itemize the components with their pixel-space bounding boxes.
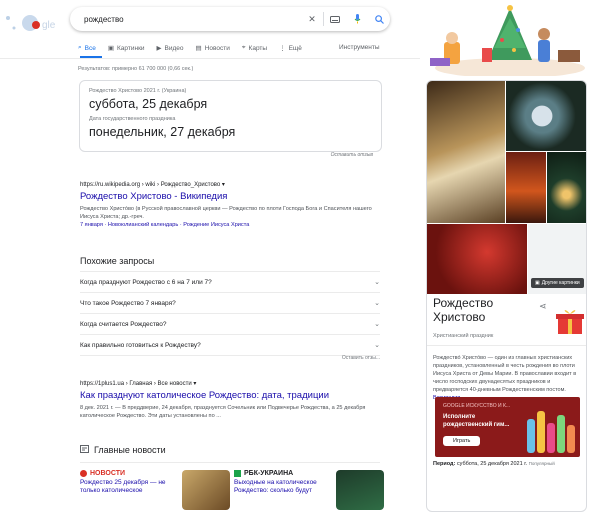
- related-questions: Когда празднуют Рождество с 6 на 7 или 7…: [80, 271, 380, 356]
- chevron-down-icon: ⌄: [374, 321, 380, 328]
- sitelink[interactable]: Рождение Иисуса Христа: [183, 222, 249, 228]
- result-url[interactable]: https://1plus1.ua › Главная › Все новост…: [80, 380, 380, 387]
- tab-all[interactable]: ⌕ Все: [78, 44, 96, 52]
- news-title: Рождество 25 декабря — не только католич…: [80, 479, 166, 494]
- holiday-doodle[interactable]: [430, 0, 588, 78]
- news-card[interactable]: НОВОСТИ Рождество 25 декабря — не только…: [80, 470, 230, 510]
- kp-gift-icon: [555, 306, 585, 341]
- kp-image-tree[interactable]: [547, 152, 586, 223]
- keyboard-icon[interactable]: [324, 8, 346, 30]
- tab-more[interactable]: ⋮ Ещё: [279, 44, 302, 53]
- news-divider: [80, 462, 380, 463]
- video-icon: ▶: [156, 45, 162, 52]
- news-icon: ▤: [195, 45, 202, 52]
- more-vert-icon: ⋮: [279, 45, 286, 52]
- top-news-heading: Главные новости: [80, 445, 166, 455]
- kp-image-main[interactable]: [427, 81, 505, 223]
- tab-video[interactable]: ▶ Видео: [156, 44, 184, 53]
- result-snippet: Рождество Христо́во (в Русской православ…: [80, 206, 372, 220]
- chevron-down-icon: ⌄: [374, 279, 380, 286]
- promo-card[interactable]: GOOGLE ИСКУССТВО И К... Исполните рождес…: [435, 397, 580, 457]
- share-icon[interactable]: ⋖: [539, 301, 547, 312]
- answer-value: суббота, 25 декабря: [89, 97, 208, 111]
- feedback-link[interactable]: Оставить отзыв: [0, 152, 373, 158]
- tabs-divider: [0, 58, 420, 59]
- kp-image-ornament[interactable]: [506, 81, 586, 151]
- google-logo[interactable]: gle: [0, 12, 56, 34]
- kp-period: Период: суббота, 25 декабря 2021 г. Попу…: [433, 461, 555, 467]
- answer-value-secondary: понедельник, 27 декабря: [89, 125, 236, 139]
- search-result: https://1plus1.ua › Главная › Все новост…: [80, 380, 380, 420]
- promo-bottles-image: [525, 405, 577, 457]
- news-source-logo-icon: [80, 470, 87, 477]
- tools-button[interactable]: Инструменты: [339, 44, 380, 51]
- related-questions-heading: Похожие запросы: [80, 256, 155, 266]
- result-title[interactable]: Как празднуют католическое Рождество: да…: [80, 390, 380, 401]
- more-images-button[interactable]: ▣ Другие картинки: [531, 278, 584, 288]
- image-icon: ▣: [535, 280, 540, 286]
- news-title: Выходные на католическое Рождество: скол…: [234, 479, 317, 494]
- kp-title: Рождество Христово: [433, 296, 494, 324]
- kp-image-fireplace[interactable]: [506, 152, 546, 223]
- svg-text:gle: gle: [42, 20, 56, 31]
- answer-label-secondary: Дата государственного праздника: [89, 116, 176, 122]
- news-thumbnail: [182, 470, 230, 510]
- result-stats: Результатов: примерно 61 700 000 (0,66 с…: [78, 66, 194, 72]
- mic-icon[interactable]: [346, 8, 368, 30]
- tab-images[interactable]: ▣ Картинки: [107, 44, 145, 53]
- question-item[interactable]: Когда празднуют Рождество с 6 на 7 или 7…: [80, 271, 380, 293]
- kp-image-card[interactable]: [427, 224, 527, 294]
- sitelink[interactable]: Новоюлианский календарь: [108, 222, 178, 228]
- result-sitelinks: 7 января · Новоюлианский календарь · Рож…: [80, 222, 250, 228]
- kp-subtitle: Христианский праздник: [433, 333, 494, 339]
- result-snippet: 8 дек. 2021 г. — В преддверие, 24 декабр…: [80, 405, 366, 419]
- search-tabs: ⌕ Все ▣ Картинки ▶ Видео ▤ Новости ⌖ Карты ⋮ Е…: [78, 44, 302, 52]
- knowledge-panel: ▣ Другие картинки Рождество Христово ⋖ Х…: [426, 80, 587, 512]
- promo-tag: GOOGLE ИСКУССТВО И К...: [443, 403, 511, 409]
- sitelink[interactable]: 7 января: [80, 222, 103, 228]
- play-button[interactable]: Играть: [443, 436, 481, 446]
- result-title[interactable]: Рождество Христово - Википедия: [80, 191, 380, 202]
- tab-news[interactable]: ▤ Новости: [195, 44, 230, 53]
- chevron-down-icon: ⌄: [374, 300, 380, 307]
- tab-maps[interactable]: ⌖ Карты: [242, 44, 267, 52]
- answer-label: Рождество Христово 2021 г. (Украина): [89, 88, 187, 94]
- question-item[interactable]: Когда считается Рождество? ⌄: [80, 314, 380, 335]
- news-card[interactable]: РБК-УКРАИНА Выходные на католическое Рож…: [234, 470, 384, 510]
- news-source-logo-icon: [234, 470, 241, 477]
- search-result: https://ru.wikipedia.org › wiki › Рождес…: [80, 181, 380, 228]
- image-icon: ▣: [107, 45, 114, 52]
- result-url[interactable]: https://ru.wikipedia.org › wiki › Рождес…: [80, 181, 380, 188]
- search-icon[interactable]: [368, 8, 390, 30]
- kp-description: Рождество́ Христо́во — один из главных х…: [433, 354, 583, 402]
- question-item[interactable]: Что такое Рождество 7 января? ⌄: [80, 293, 380, 314]
- chevron-down-icon: ⌄: [374, 342, 380, 349]
- news-thumbnail: [336, 470, 384, 510]
- map-pin-icon: ⌖: [241, 44, 246, 51]
- search-icon: ⌕: [78, 44, 82, 51]
- kp-divider: [427, 345, 586, 346]
- question-item[interactable]: Как правильно готовиться к Рождеству? ⌄: [80, 335, 380, 356]
- search-input[interactable]: рождество: [84, 15, 301, 24]
- clear-icon[interactable]: ✕: [301, 8, 323, 30]
- search-box[interactable]: рождество ✕: [70, 7, 390, 31]
- promo-text: Исполните рождественский гим...: [443, 414, 510, 428]
- news-icon: [80, 445, 89, 455]
- feedback-link[interactable]: Оставить отзы...: [0, 355, 380, 361]
- date-answer-card: Рождество Христово 2021 г. (Украина) суб…: [79, 80, 382, 152]
